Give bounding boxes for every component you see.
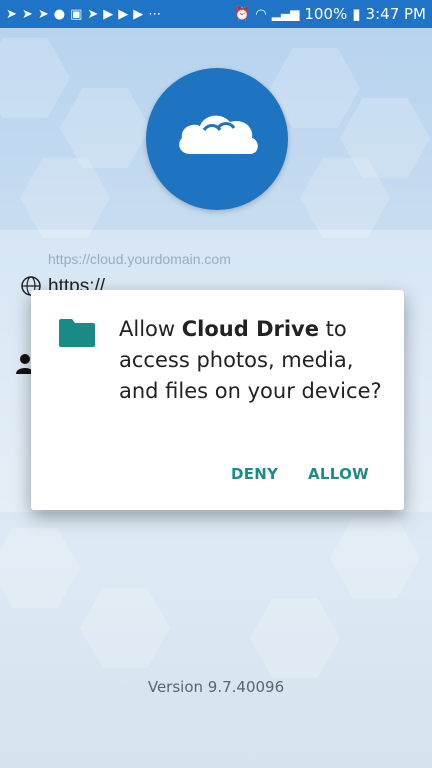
allow-button[interactable]: ALLOW [308,465,369,483]
version-label: Version 9.7.40096 [147,678,285,696]
signal-icon: ▂▄▆ [271,7,300,21]
status-bar: ➤ ➤ ➤ ● ▣ ➤ ▶ ▶ ▶ ⋯ ⏰ ◠ ▂▄▆ 100% ▮ 3:47 … [0,0,432,28]
hexagon-decoration [250,598,340,678]
hexagon-decoration [20,158,110,238]
youtube-icon: ▶ [118,6,129,22]
more-dots-icon: ⋯ [148,6,162,22]
server-url-hint: https://cloud.yourdomain.com [48,251,231,267]
permission-message: Allow Cloud Drive to access photos, medi… [119,314,389,407]
youtube-icon: ▶ [103,6,114,22]
send-icon: ➤ [37,6,49,22]
send-icon: ➤ [21,6,33,22]
deny-button[interactable]: DENY [231,465,278,483]
youtube-icon: ▶ [133,6,144,22]
clock: 3:47 PM [365,5,426,23]
send-icon: ➤ [6,6,17,22]
send-icon: ➤ [87,6,99,22]
app-name: Cloud Drive [181,317,319,341]
hexagon-decoration [80,588,170,668]
battery-percent: 100% [304,5,348,23]
alarm-icon: ⏰ [234,6,251,22]
pinterest-icon: ● [53,6,66,22]
permission-dialog: Allow Cloud Drive to access photos, medi… [31,290,404,510]
notification-icons: ➤ ➤ ➤ ● ▣ ➤ ▶ ▶ ▶ ⋯ [6,8,161,21]
hexagon-decoration [0,38,70,118]
hexagon-decoration [330,518,420,598]
hexagon-decoration [60,88,150,168]
system-icons: ⏰ ◠ ▂▄▆ 100% ▮ 3:47 PM [234,5,426,23]
hexagon-decoration [0,528,80,608]
app-logo [146,68,288,210]
battery-icon: ▮ [352,4,361,23]
wifi-icon: ◠ [255,6,267,22]
cloud-icon [179,115,258,154]
linkedin-icon: ▣ [70,6,83,22]
message-prefix: Allow [119,317,182,341]
folder-icon [59,319,95,347]
